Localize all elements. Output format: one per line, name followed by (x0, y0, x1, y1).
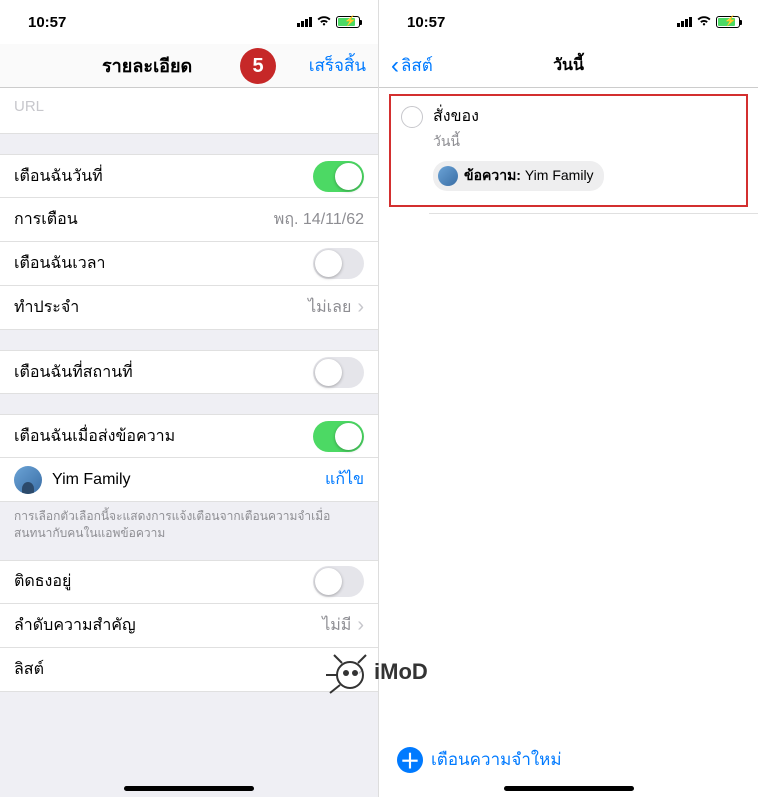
status-bar: 10:57 ⚡ (0, 0, 378, 44)
battery-icon: ⚡ (336, 16, 360, 28)
status-time: 10:57 (407, 14, 445, 31)
wifi-icon (696, 14, 712, 30)
today-screen: 10:57 ⚡ ‹ ลิสต์ วันนี้ สั่งของ วันนี้ ข้… (379, 0, 758, 797)
navbar-detail: รายละเอียด 5 เสร็จสิ้น (0, 44, 378, 88)
remind-date-label: เตือนฉันวันที่ (14, 164, 103, 189)
priority-row[interactable]: ลำดับความสำคัญ ไม่มี › (0, 604, 378, 648)
alarm-value: พฤ. 14/11/62 (274, 207, 364, 232)
wifi-icon (316, 14, 332, 30)
alarm-label: การเตือน (14, 207, 78, 232)
chevron-left-icon: ‹ (391, 54, 399, 78)
nav-title: รายละเอียด (102, 51, 192, 80)
repeat-value: ไม่เลย (308, 295, 351, 320)
signal-icon (297, 17, 312, 27)
remind-time-row[interactable]: เตือนฉันเวลา (0, 242, 378, 286)
remind-time-label: เตือนฉันเวลา (14, 251, 105, 276)
remind-date-toggle[interactable] (313, 161, 364, 192)
repeat-row[interactable]: ทำประจำ ไม่เลย › (0, 286, 378, 330)
done-button[interactable]: เสร็จสิ้น (309, 52, 366, 79)
remind-message-label: เตือนฉันเมื่อส่งข้อความ (14, 424, 175, 449)
reminder-title: สั่งของ (433, 104, 736, 129)
priority-label: ลำดับความสำคัญ (14, 613, 136, 638)
footer-note: การเลือกตัวเลือกนี้จะแสดงการแจ้งเตือนจาก… (0, 502, 378, 552)
message-chip[interactable]: ข้อความ: Yim Family (433, 161, 604, 191)
remind-time-toggle[interactable] (313, 248, 364, 279)
contact-row[interactable]: Yim Family แก้ไข (0, 458, 378, 502)
status-bar: 10:57 ⚡ (379, 0, 758, 44)
detail-screen: 10:57 ⚡ รายละเอียด 5 เสร็จสิ้น URL เตือน… (0, 0, 379, 797)
remind-date-row[interactable]: เตือนฉันวันที่ (0, 154, 378, 198)
contact-name: Yim Family (52, 471, 131, 489)
signal-icon (677, 17, 692, 27)
home-indicator (504, 786, 634, 791)
avatar (14, 466, 42, 494)
list-label: ลิสต์ (14, 657, 44, 682)
reminder-highlight: สั่งของ วันนี้ ข้อความ: Yim Family (389, 94, 748, 207)
home-indicator (124, 786, 254, 791)
chip-value: Yim Family (525, 167, 594, 183)
chevron-right-icon: › (357, 614, 364, 637)
remind-message-toggle[interactable] (313, 421, 364, 452)
alarm-row[interactable]: การเตือน พฤ. 14/11/62 (0, 198, 378, 242)
avatar (438, 166, 458, 186)
chip-label: ข้อความ: (464, 167, 521, 183)
new-reminder-button[interactable]: เตือนความจำใหม่ (431, 746, 562, 773)
reminder-subtitle: วันนี้ (433, 131, 736, 153)
battery-icon: ⚡ (716, 16, 740, 28)
remind-message-row[interactable]: เตือนฉันเมื่อส่งข้อความ (0, 414, 378, 458)
checkbox-circle[interactable] (401, 106, 423, 128)
status-indicators: ⚡ (677, 14, 740, 30)
back-label: ลิสต์ (401, 52, 433, 79)
remind-location-toggle[interactable] (313, 357, 364, 388)
flag-toggle[interactable] (313, 566, 364, 597)
priority-value: ไม่มี (322, 613, 351, 638)
reminder-item[interactable]: สั่งของ วันนี้ ข้อความ: Yim Family (401, 104, 736, 191)
flag-row[interactable]: ติดธงอยู่ (0, 560, 378, 604)
status-time: 10:57 (28, 14, 66, 31)
chevron-right-icon: › (357, 658, 364, 681)
url-field[interactable]: URL (0, 88, 378, 134)
status-indicators: ⚡ (297, 14, 360, 30)
list-row[interactable]: ลิสต์ › (0, 648, 378, 692)
repeat-label: ทำประจำ (14, 295, 79, 320)
bottom-bar: ＋ เตือนความจำใหม่ (379, 746, 758, 773)
edit-button[interactable]: แก้ไข (325, 467, 364, 492)
nav-title: วันนี้ (379, 53, 758, 78)
flag-label: ติดธงอยู่ (14, 569, 71, 594)
step-badge: 5 (240, 48, 276, 84)
back-button[interactable]: ‹ ลิสต์ (391, 52, 433, 79)
remind-location-label: เตือนฉันที่สถานที่ (14, 360, 133, 385)
navbar-today: ‹ ลิสต์ วันนี้ (379, 44, 758, 88)
remind-location-row[interactable]: เตือนฉันที่สถานที่ (0, 350, 378, 394)
plus-icon[interactable]: ＋ (397, 747, 423, 773)
chevron-right-icon: › (357, 296, 364, 319)
